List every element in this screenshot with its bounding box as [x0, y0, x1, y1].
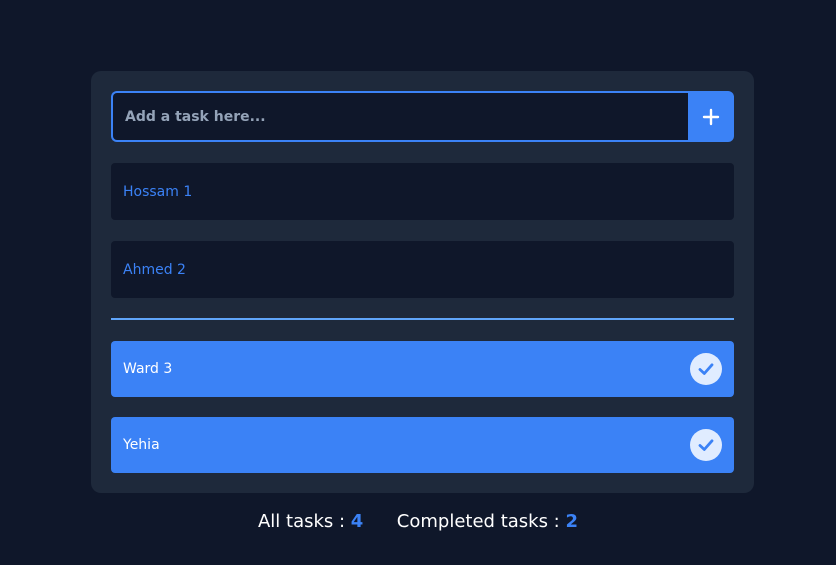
add-task-button[interactable] — [688, 91, 734, 142]
task-item[interactable]: Hossam 1 — [111, 163, 734, 220]
task-label: Ahmed 2 — [123, 261, 186, 278]
completed-task-item[interactable]: Ward 3 — [111, 341, 734, 397]
task-item[interactable]: Ahmed 2 — [111, 241, 734, 298]
completed-task-item[interactable]: Yehia — [111, 417, 734, 473]
add-task-form — [111, 91, 734, 142]
all-tasks-count: 4 — [350, 511, 364, 532]
check-circle-icon[interactable] — [690, 429, 722, 461]
task-label: Ward 3 — [123, 361, 173, 377]
task-label: Yehia — [123, 437, 160, 453]
plus-icon — [702, 108, 720, 125]
completed-tasks-label: Completed tasks : — [396, 511, 560, 532]
todo-card: Hossam 1 Ahmed 2 Ward 3 Yehia — [91, 71, 754, 493]
divider — [111, 318, 734, 320]
task-stats: All tasks : 4 Completed tasks : 2 — [0, 511, 836, 532]
completed-tasks-count: 2 — [565, 511, 579, 532]
task-label: Hossam 1 — [123, 183, 193, 200]
task-input[interactable] — [111, 91, 688, 142]
check-circle-icon[interactable] — [690, 353, 722, 385]
all-tasks-label: All tasks : — [257, 511, 346, 532]
